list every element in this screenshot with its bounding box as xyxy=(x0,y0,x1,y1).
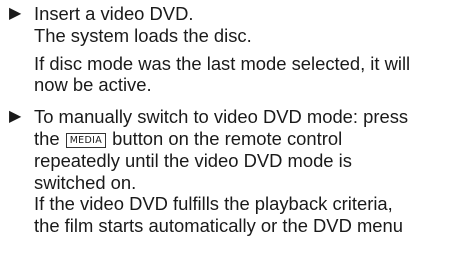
step-note-line: If disc mode was the last mode selected,… xyxy=(34,52,411,74)
step-text-line: To manually switch to video DVD mode: pr… xyxy=(34,106,409,128)
step-bullet-icon: ▶ xyxy=(9,108,22,126)
media-button-keycap: MEDIA xyxy=(65,132,107,148)
step-bullet-icon: ▶ xyxy=(9,5,22,22)
step-text-line: Insert a video DVD. xyxy=(34,3,194,24)
step-text-line: the MEDIA button on the remote control xyxy=(34,128,463,150)
instruction-step-switch-mode: ▶ To manually switch to video DVD mode: … xyxy=(0,106,463,237)
step-result-note: If disc mode was the last mode selected,… xyxy=(34,53,463,97)
step-text-line: The system loads the disc. xyxy=(34,24,252,46)
step-text-line: the film starts automatically or the DVD… xyxy=(34,215,403,237)
step-text-fragment: the xyxy=(34,127,65,149)
step-note-line: now be active. xyxy=(34,74,152,96)
step-text-line: If the video DVD fulfills the playback c… xyxy=(34,193,393,215)
instruction-document: ▶ Insert a video DVD. The system loads t… xyxy=(0,3,463,237)
step-text-line: switched on. xyxy=(34,171,137,193)
step-text-line: repeatedly until the video DVD mode is xyxy=(34,149,352,171)
step-text-fragment: button on the remote control xyxy=(107,127,343,149)
instruction-step-insert-dvd: ▶ Insert a video DVD. The system loads t… xyxy=(0,3,463,96)
